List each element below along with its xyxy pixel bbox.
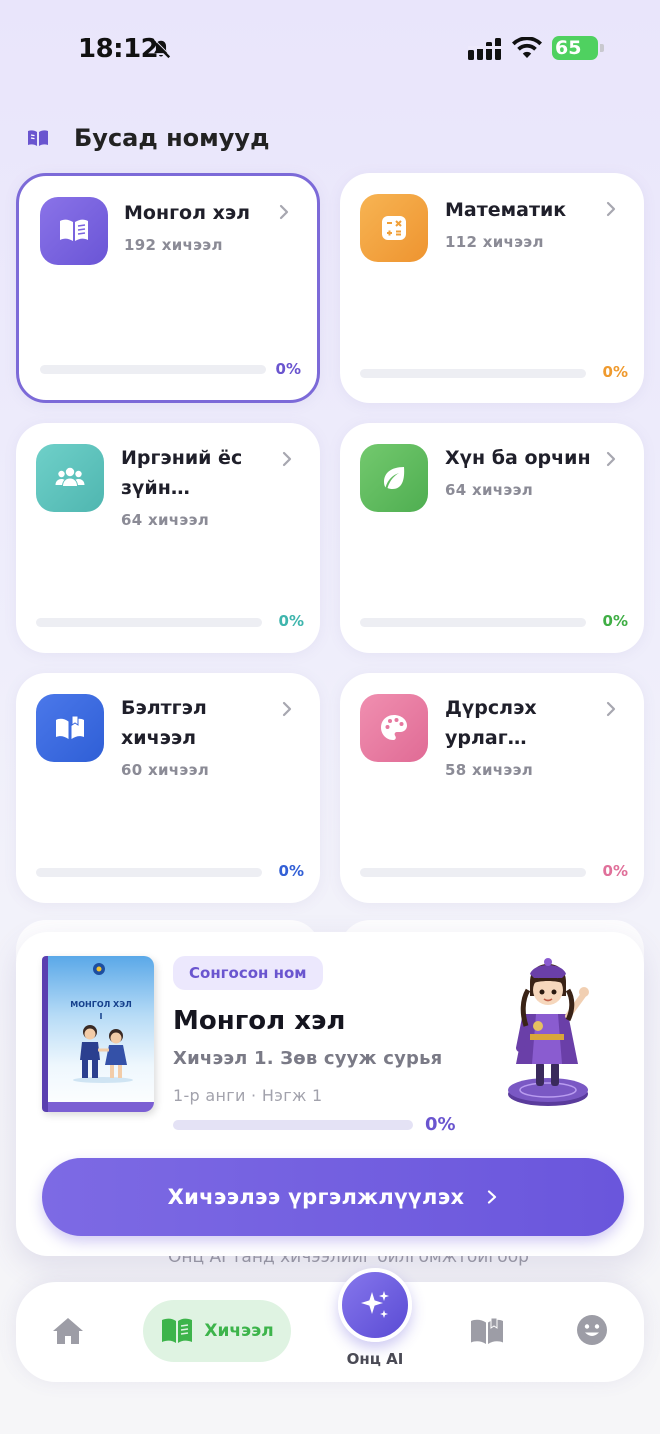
children-illustration — [73, 1025, 133, 1083]
chevron-right-icon — [279, 204, 289, 220]
chevron-right-icon — [606, 701, 616, 717]
continue-lesson-button[interactable]: Хичээлээ үргэлжлүүлэх — [42, 1158, 624, 1236]
subject-name: Иргэний ёс зүйн боловсрол — [121, 447, 243, 499]
subject-lesson-count: 64 хичээл — [445, 481, 534, 499]
emblem-icon — [93, 963, 105, 975]
selected-book-badge: Сонгосон ном — [173, 956, 323, 990]
subject-progress-bar — [360, 369, 586, 378]
status-time: 18:12 — [78, 34, 159, 64]
section-title: Бусад номууд — [74, 124, 270, 152]
subject-progress-percent: 0% — [278, 862, 304, 880]
subject-lesson-count: 192 хичээл — [124, 236, 223, 254]
subject-name: Бэлтгэл хичээл — [121, 697, 207, 749]
calculator-icon — [360, 194, 428, 262]
book-icon — [40, 197, 108, 265]
subject-name: Монгол хэл — [124, 202, 251, 224]
subject-progress-percent: 0% — [602, 862, 628, 880]
wifi-icon — [512, 37, 542, 58]
subject-lesson-count: 58 хичээл — [445, 761, 534, 779]
nav-tab-lessons[interactable]: Хичээл — [143, 1300, 291, 1362]
subject-progress-percent: 0% — [275, 360, 301, 378]
continue-lesson-label: Хичээлээ үргэлжлүүлэх — [167, 1185, 465, 1209]
subject-lesson-count: 60 хичээл — [121, 761, 210, 779]
selected-book-title: Монгол хэл — [173, 1006, 346, 1036]
signal-icon — [468, 38, 502, 60]
sparkle-icon — [361, 1291, 389, 1318]
book-cover-title: МОНГОЛ ХЭЛ — [70, 1000, 132, 1009]
subject-name: Дүрслэх урлаг Технологи — [445, 697, 537, 749]
subject-card-preparation[interactable]: Бэлтгэл хичээл 60 хичээл 0% — [16, 673, 320, 903]
section-header: Бусад номууд — [26, 122, 269, 154]
open-book-icon — [36, 694, 104, 762]
subject-card-math[interactable]: Математик 112 хичээл 0% — [340, 173, 644, 403]
subject-progress-bar — [360, 868, 586, 877]
chevron-right-icon — [282, 701, 292, 717]
subject-card-mongolian[interactable]: Монгол хэл 192 хичээл 0% — [16, 173, 320, 403]
selected-book-progress-percent: 0% — [425, 1114, 456, 1135]
subject-card-environment[interactable]: Хүн ба орчин 64 хичээл 0% — [340, 423, 644, 653]
selected-book-panel: МОНГОЛ ХЭЛ I Сонгосон ном Монгол хэл Хич… — [16, 932, 644, 1256]
subject-progress-bar — [40, 365, 266, 374]
selected-book-meta: 1-р анги · Нэгж 1 — [173, 1086, 323, 1105]
people-icon — [36, 444, 104, 512]
subject-name: Хүн ба орчин — [445, 447, 591, 469]
mascot-character — [508, 958, 589, 1106]
chevron-right-icon — [606, 201, 616, 217]
book-cover-image[interactable]: МОНГОЛ ХЭЛ I — [42, 956, 154, 1112]
bell-muted-icon — [151, 38, 172, 59]
subject-progress-percent: 0% — [602, 363, 628, 381]
selected-book-lesson: Хичээл 1. Зөв сууж сурья — [173, 1048, 443, 1069]
subject-progress-bar — [36, 868, 262, 877]
chevron-right-icon — [282, 451, 292, 467]
selected-book-progress-bar — [173, 1120, 413, 1130]
palette-icon — [360, 694, 428, 762]
subject-card-art[interactable]: Дүрслэх урлаг Технологи 58 хичээл 0% — [340, 673, 644, 903]
nav-ai-button[interactable] — [338, 1268, 412, 1342]
subject-card-civics[interactable]: Иргэний ёс зүйн боловсрол 64 хичээл 0% — [16, 423, 320, 653]
chevron-right-icon — [488, 1190, 497, 1204]
status-bar: 18:12 65 — [0, 0, 660, 100]
nav-ai-label: Онц AI — [346, 1350, 404, 1368]
battery-level: 65 — [555, 37, 582, 59]
nav-tab-lessons-label: Хичээл — [204, 1321, 274, 1341]
subject-progress-bar — [360, 618, 586, 627]
battery-icon: 65 — [552, 36, 604, 60]
subject-progress-percent: 0% — [602, 612, 628, 630]
book-cover-number: I — [99, 1012, 103, 1021]
bottom-navigation: Хичээл Онц AI — [16, 1268, 644, 1382]
book-icon — [162, 1318, 193, 1343]
home-icon[interactable] — [52, 1316, 84, 1346]
open-book-icon — [28, 130, 48, 146]
chevron-right-icon — [606, 451, 616, 467]
subject-lesson-count: 112 хичээл — [445, 233, 544, 251]
subject-lesson-count: 64 хичээл — [121, 511, 210, 529]
subject-progress-bar — [36, 618, 262, 627]
leaf-icon — [360, 444, 428, 512]
subject-name: Математик — [445, 199, 567, 221]
library-book-icon[interactable] — [469, 1316, 505, 1346]
subject-progress-percent: 0% — [278, 612, 304, 630]
smiley-icon[interactable] — [576, 1314, 608, 1346]
